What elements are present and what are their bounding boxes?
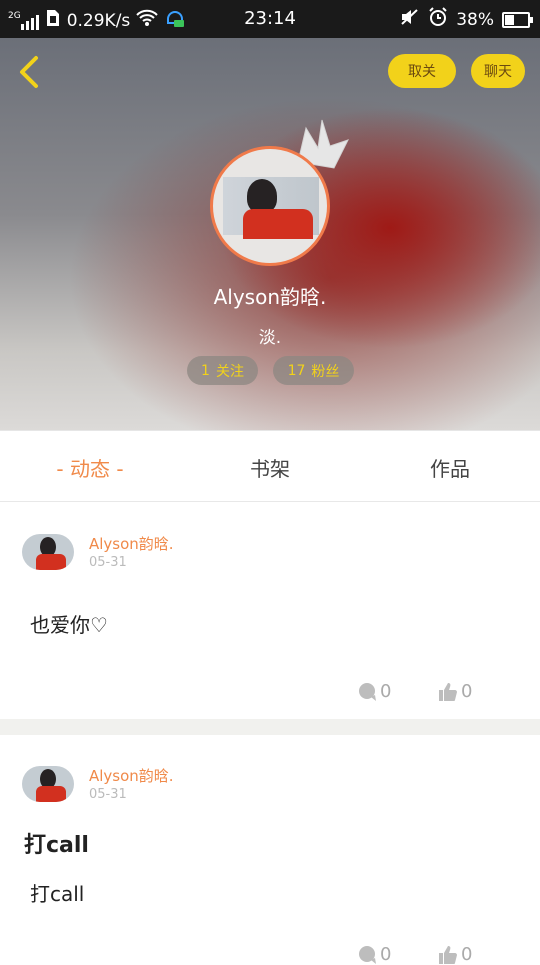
comment-icon <box>359 945 376 964</box>
post-card[interactable]: Alyson韵晗. 05-31 也爱你♡ 0 0 <box>0 503 540 719</box>
comment-button[interactable]: 0 <box>357 681 391 702</box>
unfollow-button[interactable]: 取关 <box>388 54 456 88</box>
like-button[interactable]: 0 <box>438 681 472 702</box>
status-bar: 2G 0.29K/s 23:14 38% <box>0 0 540 38</box>
following-count: 1 <box>201 362 210 379</box>
profile-username: Alyson韵晗. <box>213 285 327 309</box>
tab-bookshelf[interactable]: 书架 <box>200 431 340 503</box>
like-button[interactable]: 0 <box>438 944 472 965</box>
profile-tabs: - 动态 - 书架 作品 <box>0 430 540 502</box>
thumbs-up-icon <box>439 945 457 964</box>
following-label: 关注 <box>215 363 244 380</box>
post-author-name[interactable]: Alyson韵晗. <box>89 765 174 786</box>
comment-button[interactable]: 0 <box>357 944 391 965</box>
tab-works[interactable]: 作品 <box>380 431 520 503</box>
post-body: 也爱你♡ <box>30 613 108 637</box>
mute-icon <box>400 8 420 31</box>
post-divider <box>0 719 540 735</box>
post-body: 打call <box>30 882 85 906</box>
fans-count: 17 <box>287 362 306 379</box>
profile-bio: 淡. <box>258 328 282 348</box>
back-button[interactable] <box>14 54 48 90</box>
post-author-avatar[interactable] <box>22 534 74 570</box>
post-author-name[interactable]: Alyson韵晗. <box>89 533 174 554</box>
post-date: 05-31 <box>89 787 127 802</box>
like-count: 0 <box>461 681 473 702</box>
fans-count-button[interactable]: 17 粉丝 <box>273 356 354 385</box>
comment-count: 0 <box>380 944 392 965</box>
post-title: 打call <box>24 833 89 858</box>
tab-dynamic[interactable]: - 动态 - <box>20 431 160 503</box>
chat-button[interactable]: 聊天 <box>471 54 525 88</box>
comment-count: 0 <box>380 681 392 702</box>
thumbs-up-icon <box>439 682 457 701</box>
comment-icon <box>359 682 376 701</box>
following-count-button[interactable]: 1 关注 <box>187 356 258 385</box>
post-date: 05-31 <box>89 555 127 570</box>
post-author-avatar[interactable] <box>22 766 74 802</box>
post-card[interactable]: Alyson韵晗. 05-31 打call 打call 0 0 <box>0 735 540 965</box>
alarm-icon <box>428 7 448 32</box>
chevron-left-icon <box>20 56 38 88</box>
battery-percent: 38% <box>456 9 494 30</box>
profile-header: 取关 聊天 Alyson韵晗. 淡. 1 关注 17 粉丝 <box>0 38 540 430</box>
fans-label: 粉丝 <box>311 363 340 380</box>
battery-icon <box>502 11 533 28</box>
profile-avatar[interactable] <box>210 146 330 266</box>
like-count: 0 <box>461 944 473 965</box>
